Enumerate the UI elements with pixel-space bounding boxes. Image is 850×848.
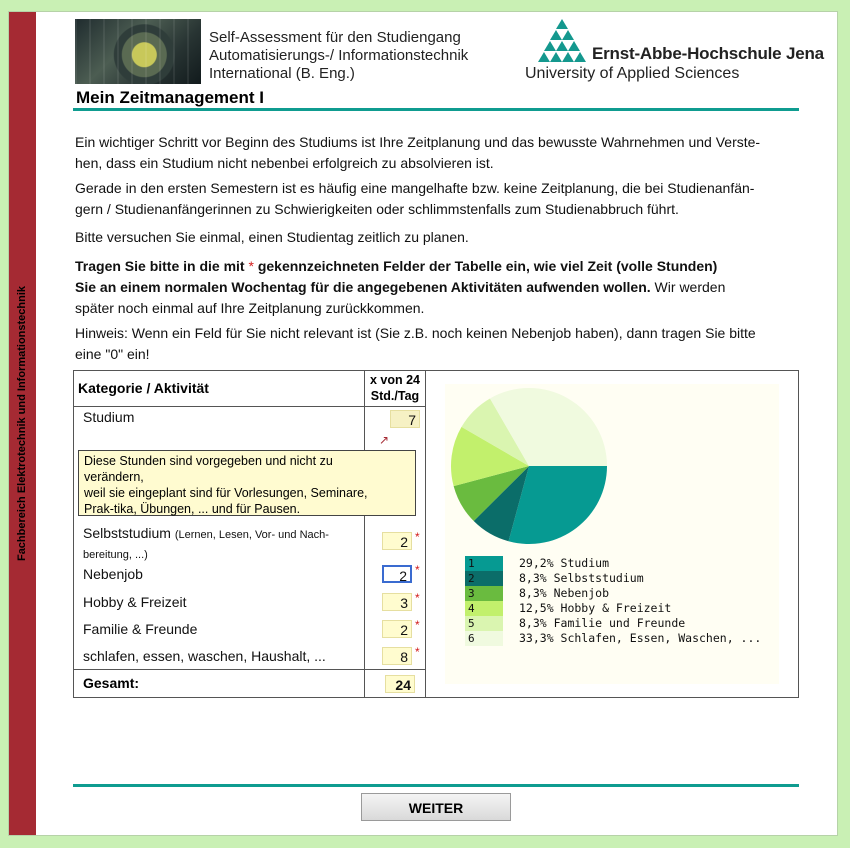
intro-p2-line-b: gern / Studienanfängerinnen zu Schwierig… <box>75 201 679 217</box>
arrow-icon: ↗ <box>379 433 390 447</box>
legend-label: 33,3% Schlafen, Essen, Waschen, ... <box>519 631 762 645</box>
page-title: Mein Zeitmanagement I <box>76 88 264 107</box>
instruction-bold-1: Tragen Sie bitte in die mit <box>75 258 249 274</box>
instruction-line-a: Tragen Sie bitte in die mit * gekennzeic… <box>75 256 795 277</box>
selbststudium-label: Selbststudium <box>83 525 171 541</box>
intro-p1-line-b: hen, dass ein Studium nicht nebenbei erf… <box>75 155 494 171</box>
col-header-hours-b: Std./Tag <box>370 389 420 403</box>
intro-paragraph-1: Ein wichtiger Schritt vor Beginn des Stu… <box>75 132 795 174</box>
legend-label: 8,3% Selbststudium <box>519 571 644 585</box>
col-header-category: Kategorie / Aktivität <box>78 380 209 396</box>
time-pie-chart-panel: 1 29,2% Studium 2 8,3% Selbststudium 3 8,3% N… <box>445 384 779 684</box>
legend-swatch: 6 <box>465 631 503 646</box>
tooltip-line-3: weil sie eingeplant sind für Vorlesungen… <box>84 486 368 500</box>
required-star: * <box>415 591 420 605</box>
content-frame: Fachbereich Elektrotechnik und Informati… <box>8 11 838 836</box>
program-header-image <box>75 19 201 84</box>
instruction-line-c: später noch einmal auf Ihre Zeitplanung … <box>75 300 425 316</box>
intro-paragraph-2: Gerade in den ersten Semestern ist es hä… <box>75 178 795 220</box>
value-studium: 7 <box>390 410 420 428</box>
row-label-studium: Studium <box>83 409 135 425</box>
legend-label: 29,2% Studium <box>519 556 610 570</box>
row-label-selbststudium: Selbststudium (Lernen, Lesen, Vor- und N… <box>83 524 329 564</box>
header-line-1: Self-Assessment für den Studiengang <box>209 29 461 46</box>
header-line-2: Automatisierungs-/ Informationstechnik <box>209 47 469 64</box>
footer-divider <box>73 784 799 787</box>
col-header-hours: x von 24 Std./Tag <box>365 372 425 404</box>
table-total-divider <box>74 669 425 670</box>
studium-tooltip: Diese Stunden sind vorgegeben und nicht … <box>78 450 416 516</box>
input-familie[interactable]: 2 <box>382 620 412 638</box>
hint-line-b: eine "0" ein! <box>75 346 150 362</box>
legend-swatch: 1 <box>465 556 503 571</box>
selbststudium-sublabel-a: (Lernen, Lesen, Vor- und Nach- <box>174 529 329 541</box>
intro-p1-line-a: Ein wichtiger Schritt vor Beginn des Stu… <box>75 134 761 150</box>
instruction-bold-2: gekennzeichneten Felder der Tabelle ein,… <box>253 258 718 274</box>
school-name: Ernst-Abbe-Hochschule Jena <box>592 44 824 63</box>
tooltip-line-1: Diese Stunden sind vorgegeben und nicht … <box>84 454 333 468</box>
hint-line-a: Hinweis: Wenn ein Feld für Sie nicht rel… <box>75 325 756 341</box>
row-label-hobby: Hobby & Freizeit <box>83 594 187 610</box>
required-star: * <box>415 563 420 577</box>
intro-paragraph-3: Bitte versuchen Sie einmal, einen Studie… <box>75 229 469 245</box>
selbststudium-sublabel-b: bereitung, ...) <box>83 549 148 561</box>
legend-swatch: 3 <box>465 586 503 601</box>
school-subtitle: University of Applied Sciences <box>525 65 740 82</box>
title-divider <box>73 108 799 111</box>
legend-label: 8,3% Familie und Freunde <box>519 616 686 630</box>
instruction-paragraph: Tragen Sie bitte in die mit * gekennzeic… <box>75 256 795 319</box>
required-star: * <box>415 618 420 632</box>
instruction-normal-1: Wir werden <box>650 279 726 295</box>
legend-swatch: 5 <box>465 616 503 631</box>
header-line-3: International (B. Eng.) <box>209 65 355 82</box>
legend-label: 12,5% Hobby & Freizeit <box>519 601 672 615</box>
legend-swatch: 4 <box>465 601 503 616</box>
pie-chart <box>451 388 607 544</box>
school-logo-icon <box>538 19 586 62</box>
legend-swatch: 2 <box>465 571 503 586</box>
intro-p2-line-a: Gerade in den ersten Semestern ist es hä… <box>75 180 755 196</box>
table-col-divider-2 <box>425 371 426 697</box>
weiter-button[interactable]: WEITER <box>361 793 511 821</box>
legend-label: 8,3% Nebenjob <box>519 586 610 600</box>
time-planning-table: Kategorie / Aktivität x von 24 Std./Tag … <box>73 370 799 698</box>
total-value: 24 <box>385 675 415 693</box>
required-star: * <box>415 530 420 544</box>
row-label-schlafen: schlafen, essen, waschen, Haushalt, ... <box>83 648 326 664</box>
hint-paragraph: Hinweis: Wenn ein Feld für Sie nicht rel… <box>75 323 795 365</box>
sidebar-department-label: Fachbereich Elektrotechnik und Informati… <box>16 285 28 562</box>
required-star: * <box>415 645 420 659</box>
col-header-hours-a: x von 24 <box>369 373 421 387</box>
row-label-familie: Familie & Freunde <box>83 621 198 637</box>
instruction-bold-3: Sie an einem normalen Wochentag für die … <box>75 279 651 295</box>
tooltip-line-2: verändern, <box>84 470 144 484</box>
input-selbststudium[interactable]: 2 <box>382 532 412 550</box>
sidebar-strip: Fachbereich Elektrotechnik und Informati… <box>9 12 36 835</box>
input-schlafen[interactable]: 8 <box>382 647 412 665</box>
tooltip-line-4: Prak-tika, Übungen, ... und für Pausen. <box>84 502 301 516</box>
table-header-divider <box>74 406 425 407</box>
row-label-nebenjob: Nebenjob <box>83 566 143 582</box>
table-col-divider-1 <box>364 371 365 697</box>
instruction-line-b: Sie an einem normalen Wochentag für die … <box>75 277 795 298</box>
total-label: Gesamt: <box>83 675 140 691</box>
input-hobby[interactable]: 3 <box>382 593 412 611</box>
input-nebenjob[interactable]: 2 <box>382 565 412 584</box>
